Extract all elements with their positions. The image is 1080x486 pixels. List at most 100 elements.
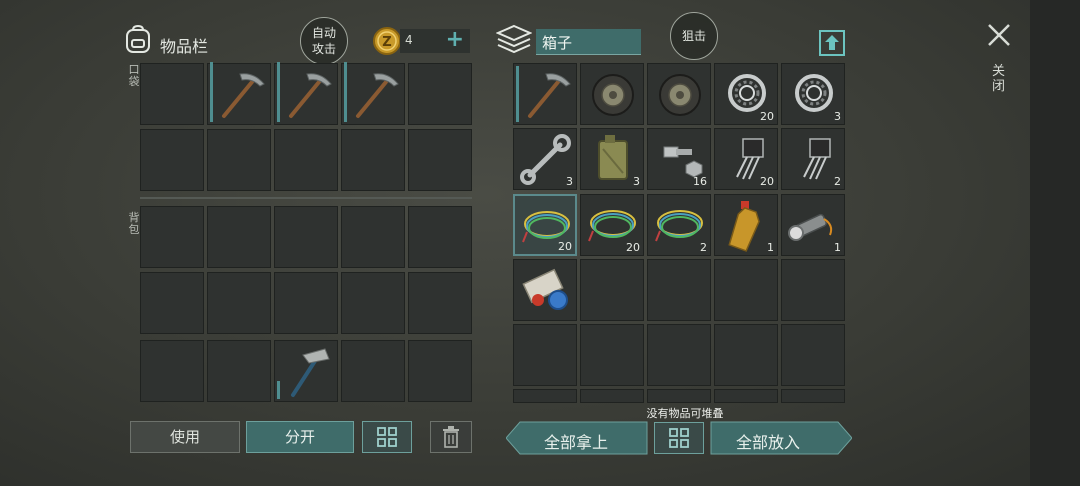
empty-slot[interactable] (408, 129, 472, 191)
empty-slot[interactable] (341, 340, 405, 402)
empty-slot[interactable] (274, 129, 338, 191)
item-slot[interactable] (274, 62, 339, 126)
empty-slot[interactable] (408, 272, 472, 334)
item-slot[interactable] (274, 340, 338, 402)
item-slot[interactable]: 1 (714, 194, 778, 256)
item-slot[interactable] (647, 63, 711, 125)
durability-bar (277, 62, 280, 122)
empty-slot[interactable] (207, 272, 271, 334)
chest-icon (495, 24, 533, 56)
backpack-icon (124, 24, 152, 54)
sort-chest-button[interactable] (654, 422, 704, 454)
empty-slot[interactable] (781, 259, 845, 321)
split-button[interactable]: 分开 (246, 421, 354, 453)
empty-slot[interactable] (140, 129, 204, 191)
empty-slot[interactable] (781, 324, 845, 386)
empty-slot[interactable] (714, 324, 778, 386)
grid-icon (669, 428, 689, 448)
empty-slot[interactable] (408, 340, 472, 402)
close-button[interactable]: 关闭 (986, 22, 1012, 102)
trash-button[interactable] (430, 421, 472, 453)
empty-slot[interactable] (580, 324, 644, 386)
item-quantity: 2 (834, 175, 841, 188)
use-button[interactable]: 使用 (130, 421, 240, 453)
item-quantity: 3 (566, 175, 573, 188)
empty-slot[interactable] (513, 389, 577, 403)
empty-slot[interactable] (274, 272, 338, 334)
item-quantity: 20 (760, 175, 774, 188)
item-slot[interactable]: 2 (781, 128, 845, 190)
auto-attack-button[interactable]: 自动 攻击 (300, 17, 348, 65)
inventory-title: 物品栏 (160, 37, 209, 56)
item-quantity: 3 (633, 175, 640, 188)
empty-slot[interactable] (408, 63, 472, 125)
empty-slot[interactable] (207, 340, 271, 402)
item-slot[interactable]: 16 (647, 128, 711, 190)
chest-name-field[interactable]: 箱子 (536, 29, 641, 55)
pickaxe-icon (514, 64, 578, 126)
durability-bar (277, 381, 280, 399)
pickaxe-icon (208, 64, 272, 126)
item-slot[interactable] (207, 62, 272, 126)
wheel-icon (648, 64, 712, 126)
empty-slot[interactable] (207, 129, 271, 191)
item-slot[interactable]: 2 (647, 194, 711, 256)
item-quantity: 20 (558, 240, 572, 253)
item-slot[interactable]: 20 (714, 63, 778, 125)
empty-slot[interactable] (647, 324, 711, 386)
empty-slot[interactable] (140, 340, 204, 402)
empty-slot[interactable] (714, 259, 778, 321)
item-slot[interactable]: 20 (714, 128, 778, 190)
upload-button[interactable] (818, 29, 846, 57)
item-slot[interactable] (580, 63, 644, 125)
empty-slot[interactable] (140, 272, 204, 334)
trash-icon (443, 426, 459, 448)
pocket-label: 口袋 (128, 63, 140, 88)
empty-slot[interactable] (580, 259, 644, 321)
item-slot[interactable]: 3 (513, 128, 577, 190)
durability-bar (344, 62, 347, 122)
hammer-icon (275, 341, 339, 403)
upload-icon (819, 30, 845, 56)
item-slot[interactable] (513, 259, 577, 321)
add-coins-icon[interactable]: + (446, 27, 464, 52)
empty-slot[interactable] (714, 389, 778, 403)
take-all-button[interactable]: 全部拿上 (506, 421, 648, 455)
empty-slot[interactable] (341, 272, 405, 334)
blueprint-icon (514, 260, 578, 322)
item-slot[interactable]: 3 (781, 63, 845, 125)
item-quantity: 2 (700, 241, 707, 254)
empty-slot[interactable] (207, 206, 271, 268)
empty-slot[interactable] (580, 389, 644, 403)
empty-slot[interactable] (647, 259, 711, 321)
svg-text:Z: Z (382, 35, 391, 50)
close-icon (988, 24, 1010, 46)
item-slot[interactable] (341, 62, 406, 126)
item-slot[interactable]: 3 (580, 128, 644, 190)
put-all-label: 全部放入 (736, 433, 801, 452)
item-slot[interactable]: 20 (580, 194, 644, 256)
empty-slot[interactable] (513, 324, 577, 386)
empty-slot[interactable] (274, 206, 338, 268)
put-all-button[interactable]: 全部放入 (710, 421, 852, 455)
no-stack-note: 没有物品可堆叠 (646, 407, 724, 420)
pickaxe-icon (275, 64, 339, 126)
empty-slot[interactable] (140, 63, 204, 125)
item-quantity: 20 (760, 110, 774, 123)
empty-slot[interactable] (140, 206, 204, 268)
empty-slot[interactable] (781, 389, 845, 403)
empty-slot[interactable] (408, 206, 472, 268)
grid-icon (377, 427, 397, 447)
item-slot[interactable] (513, 63, 577, 125)
empty-slot[interactable] (647, 389, 711, 403)
item-slot[interactable]: 1 (781, 194, 845, 256)
close-label: 关闭 (992, 64, 1006, 94)
empty-slot[interactable] (341, 206, 405, 268)
pickaxe-icon (342, 64, 406, 126)
item-slot[interactable]: 20 (513, 194, 577, 256)
right-edge-panel (1030, 0, 1080, 486)
snipe-button[interactable]: 狙击 (670, 12, 718, 60)
sort-inventory-button[interactable] (362, 421, 412, 453)
empty-slot[interactable] (341, 129, 405, 191)
coin-counter: 4 + (400, 27, 470, 53)
